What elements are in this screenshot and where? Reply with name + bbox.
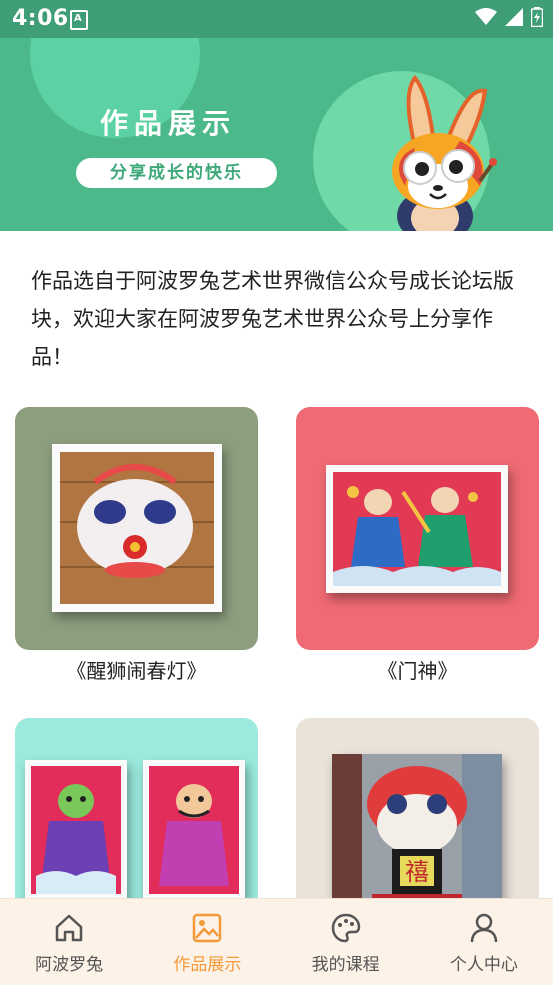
banner: 作品展示 分享成长的快乐 <box>0 38 553 231</box>
door-gods-artwork <box>333 472 501 586</box>
nav-label: 阿波罗兔 <box>35 955 104 975</box>
palette-icon <box>331 913 360 943</box>
home-icon <box>55 914 83 942</box>
svg-text:禧: 禧 <box>405 858 429 886</box>
person-icon <box>470 913 498 943</box>
nav-item-home[interactable]: 阿波罗兔 <box>0 899 138 985</box>
nav-item-gallery[interactable]: 作品展示 <box>138 899 276 985</box>
signal-icon <box>505 8 523 26</box>
nav-label: 我的课程 <box>311 955 380 975</box>
gallery-thumbnail[interactable] <box>296 407 539 650</box>
nav-item-profile[interactable]: 个人中心 <box>415 899 553 985</box>
status-bar: 4:06 A <box>0 0 553 38</box>
status-time: 4:06 <box>12 6 69 31</box>
nav-label: 个人中心 <box>449 955 518 975</box>
sim-icon: A <box>70 10 88 30</box>
nav-label: 作品展示 <box>173 955 242 975</box>
gallery-item[interactable]: 《醒狮闹春灯》 <box>15 407 258 684</box>
nav-item-courses[interactable]: 我的课程 <box>277 899 415 985</box>
gallery-thumbnail[interactable] <box>15 407 258 650</box>
system-icons <box>475 7 543 27</box>
gallery-caption[interactable]: 《醒狮闹春灯》 <box>15 655 258 684</box>
gallery-caption[interactable]: 《门神》 <box>296 655 539 684</box>
intro-text: 作品选自于阿波罗兔艺术世界微信公众号成长论坛版块，欢迎大家在阿波罗兔艺术世界公众… <box>31 269 514 369</box>
battery-icon <box>531 7 543 27</box>
gallery-icon <box>193 913 222 943</box>
banner-subtitle: 分享成长的快乐 <box>76 158 277 188</box>
gallery-item[interactable]: 《门神》 <box>296 407 539 684</box>
banner-title: 作品展示 <box>100 107 237 140</box>
picture-frame <box>25 760 127 900</box>
lion-lantern-artwork <box>60 452 214 604</box>
wifi-icon <box>475 8 497 25</box>
rabbit-mascot-icon <box>392 74 497 231</box>
door-god-left-artwork <box>31 766 121 894</box>
picture-frame <box>326 465 508 593</box>
picture-frame <box>143 760 245 900</box>
picture-frame <box>52 444 222 612</box>
sim-label: A <box>74 13 82 24</box>
bottom-nav: 阿波罗兔 作品展示 我的课程 个人中心 <box>0 898 553 985</box>
door-god-right-artwork <box>149 766 239 894</box>
